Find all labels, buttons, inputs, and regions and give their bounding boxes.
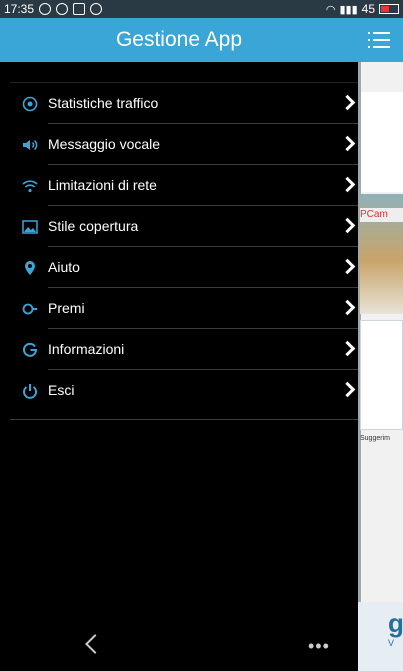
menu-item-informazioni[interactable]: Informazioni: [10, 329, 358, 370]
status-time: 17:35: [4, 2, 35, 16]
menu-item-statistiche-traffico[interactable]: Statistiche traffico: [10, 83, 358, 124]
chevron-right-icon: [339, 176, 356, 193]
traffic-stats-icon: [22, 96, 38, 112]
battery-percent: 45: [361, 2, 375, 16]
menu-item-label: Premi: [48, 300, 85, 316]
menu-list: Statistiche traffico Messaggio vocale Li…: [10, 83, 358, 411]
menu-item-label: Esci: [48, 382, 75, 398]
chevron-right-icon: [339, 217, 356, 234]
chevron-right-icon: [339, 94, 356, 111]
bottom-action[interactable]: g V: [358, 602, 403, 671]
side-drawer: Statistiche traffico Messaggio vocale Li…: [10, 62, 358, 671]
gift-icon: [22, 303, 37, 315]
wifi-icon: [22, 180, 38, 193]
menu-item-premi[interactable]: Premi: [10, 288, 358, 329]
chevron-right-icon: [339, 340, 356, 357]
menu-item-label: Messaggio vocale: [48, 136, 161, 152]
image-notification-icon: [73, 3, 86, 15]
chevron-right-icon: [339, 135, 356, 152]
chevron-right-icon: [339, 381, 356, 398]
menu-item-label: Limitazioni di rete: [48, 177, 157, 193]
power-icon: [23, 384, 37, 399]
image-icon: [22, 220, 38, 234]
info-g-icon: [23, 342, 38, 357]
menu-item-label: Informazioni: [48, 341, 125, 357]
location-pin-icon: [25, 261, 35, 275]
action-label: V: [388, 638, 395, 648]
menu-item-label: Statistiche traffico: [48, 95, 159, 111]
app-header: Gestione App: [0, 18, 403, 62]
chevron-right-icon: [339, 258, 356, 275]
menu-item-label: Aiuto: [48, 259, 80, 275]
menu-item-limitazioni-di-rete[interactable]: Limitazioni di rete: [10, 165, 358, 206]
suggestion-label: Suggerim: [360, 435, 390, 442]
status-bar: 17:35 ◠ ▮▮▮ 45: [0, 0, 403, 18]
page-title: Gestione App: [115, 28, 243, 51]
divider: [10, 419, 358, 420]
menu-item-stile-copertura[interactable]: Stile copertura: [10, 206, 358, 247]
promo-tag: PCam: [360, 208, 403, 222]
content-card: [361, 92, 403, 192]
background-content-peek[interactable]: PCam Suggerim g V: [358, 62, 403, 671]
battery-icon: [379, 4, 399, 14]
wifi-status-icon: ◠: [325, 3, 336, 16]
content-card: [360, 320, 403, 430]
menu-item-messaggio-vocale[interactable]: Messaggio vocale: [10, 124, 358, 165]
promo-image: PCam: [360, 194, 403, 314]
menu-item-esci[interactable]: Esci: [10, 370, 358, 411]
action-letter: g: [388, 608, 403, 638]
speaker-icon: [23, 139, 38, 151]
signal-icon: ▮▮▮: [339, 3, 358, 16]
list-menu-icon[interactable]: [368, 31, 390, 49]
sync-icon: [56, 3, 69, 15]
menu-item-aiuto[interactable]: Aiuto: [10, 247, 358, 288]
menu-item-label: Stile copertura: [48, 218, 139, 234]
refresh-icon: [90, 3, 103, 15]
notification-icon: [39, 3, 52, 15]
chevron-right-icon: [339, 299, 356, 316]
more-options-icon[interactable]: •••: [308, 636, 330, 657]
